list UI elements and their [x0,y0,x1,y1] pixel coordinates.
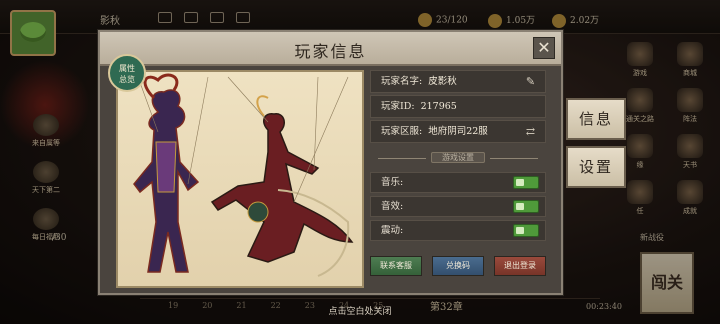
toggle-knob [516,227,524,234]
panel-title: 玩家信息 [294,42,367,61]
toggle-knob [516,203,524,210]
attribute-overview-badge[interactable]: 属性 总览 [108,54,146,92]
player-info-panel: 玩家信息 ✕ 玩家名字: 皮影秋 ✎ 玩家ID: 217965 玩家区服: 地府… [98,30,563,295]
badge-line-2: 总览 [119,75,135,84]
player-name-value: 皮影秋 [428,76,457,87]
close-icon: ✕ [537,38,551,57]
tab-settings[interactable]: 设置 [566,146,626,188]
player-server-value: 地府阴司22服 [428,126,488,137]
sfx-label: 音效: [381,201,404,212]
action-buttons: 联系客服 兑换码 退出登录 [370,256,546,276]
player-id-value: 217965 [420,101,457,112]
player-name-row: 玩家名字: 皮影秋 ✎ [370,70,546,93]
sfx-toggle-row: 音效: [370,196,546,217]
music-toggle-row: 音乐: [370,172,546,193]
contact-support-button[interactable]: 联系客服 [370,256,422,276]
logout-button[interactable]: 退出登录 [494,256,546,276]
badge-line-1: 属性 [119,64,135,73]
redeem-code-button[interactable]: 兑换码 [432,256,484,276]
player-name-label: 玩家名字: [381,76,423,87]
player-id-label: 玩家ID: [381,101,415,112]
character-artwork [116,70,364,288]
player-server-row: 玩家区服: 地府阴司22服 ⇄ [370,120,546,143]
shadow-puppet-illustration [133,73,354,277]
settings-title-text: 游戏设置 [431,152,485,163]
vibration-toggle-row: 震动: [370,220,546,241]
sfx-toggle[interactable] [513,200,539,213]
music-label: 音乐: [381,177,404,188]
panel-header: 玩家信息 ✕ [100,32,561,66]
toggle-knob [516,179,524,186]
vibration-label: 震动: [381,225,404,236]
settings-section-title: 游戏设置 [370,149,546,167]
vibration-toggle[interactable] [513,224,539,237]
tab-info[interactable]: 信息 [566,98,626,140]
close-hint: 点击空白处关闭 [328,307,392,317]
player-server-label: 玩家区服: [381,126,423,137]
music-toggle[interactable] [513,176,539,189]
info-rows: 玩家名字: 皮影秋 ✎ 玩家ID: 217965 玩家区服: 地府阴司22服 ⇄ 游戏… [370,70,546,244]
close-button[interactable]: ✕ [533,37,555,59]
player-id-row: 玩家ID: 217965 [370,95,546,118]
switch-icon[interactable]: ⇄ [524,125,537,138]
edit-icon[interactable]: ✎ [524,75,537,88]
